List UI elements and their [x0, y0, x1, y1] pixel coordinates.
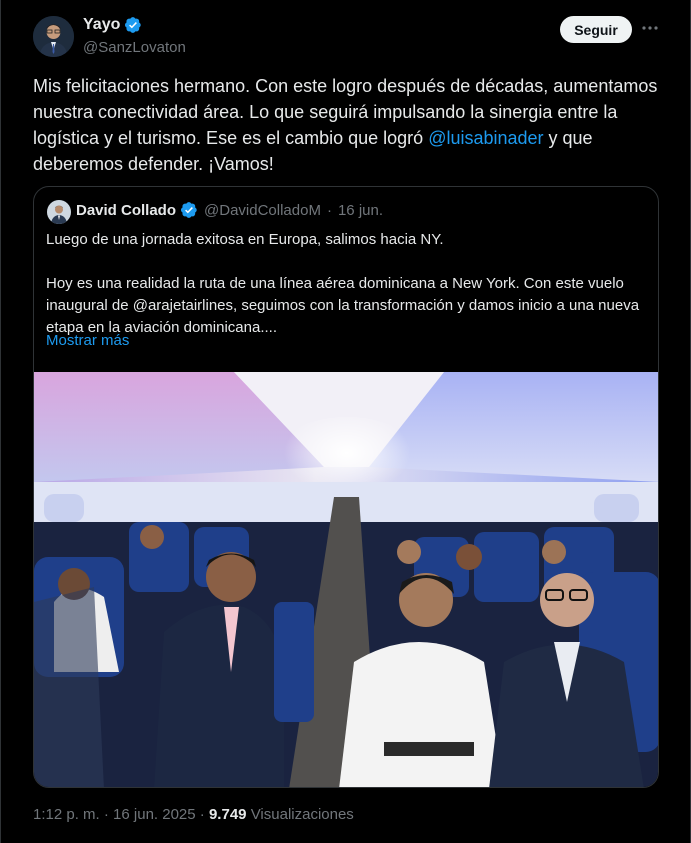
tweet: Yayo @SanzLovaton Seguir Mis felicitacio…: [0, 0, 691, 843]
quoted-paragraph: Hoy es una realidad la ruta de una línea…: [46, 275, 640, 336]
show-more-link[interactable]: Mostrar más: [46, 332, 129, 349]
views-label: Visualizaciones: [250, 806, 354, 823]
mention-link[interactable]: @luisabinader: [428, 128, 543, 148]
views-count: 9.749: [208, 806, 247, 823]
author-avatar[interactable]: [33, 16, 74, 57]
quoted-author-handle: @DavidColladoM: [204, 201, 321, 219]
verified-badge-icon: [124, 16, 142, 34]
verified-badge-icon: [180, 201, 198, 219]
meta-separator: ·: [199, 806, 205, 823]
tweet-text: Mis felicitaciones hermano. Con este log…: [33, 73, 663, 177]
quoted-header: David Collado @DavidColladoM · 16 jun.: [76, 201, 383, 219]
author-name[interactable]: Yayo: [83, 16, 120, 34]
ellipsis-icon[interactable]: [640, 18, 660, 38]
meta-separator: ·: [103, 806, 109, 823]
author-name-row: Yayo: [83, 16, 142, 34]
cabin-photo[interactable]: [34, 372, 658, 787]
tweet-time[interactable]: 1:12 p. m.: [33, 806, 100, 823]
follow-button[interactable]: Seguir: [560, 16, 632, 43]
tweet-meta: 1:12 p. m. · 16 jun. 2025 · 9.749 Visual…: [33, 806, 354, 823]
quoted-author-avatar: [47, 200, 71, 224]
author-handle[interactable]: @SanzLovaton: [83, 39, 186, 56]
quoted-tweet[interactable]: David Collado @DavidColladoM · 16 jun. L…: [33, 186, 659, 788]
tweet-date[interactable]: 16 jun. 2025: [113, 806, 196, 823]
quoted-paragraph: Luego de una jornada exitosa en Europa, …: [46, 231, 444, 248]
quoted-text: Luego de una jornada exitosa en Europa, …: [46, 229, 646, 339]
quoted-date: 16 jun.: [337, 201, 384, 219]
quoted-separator: ·: [326, 201, 332, 219]
quoted-author-name: David Collado: [76, 201, 177, 219]
